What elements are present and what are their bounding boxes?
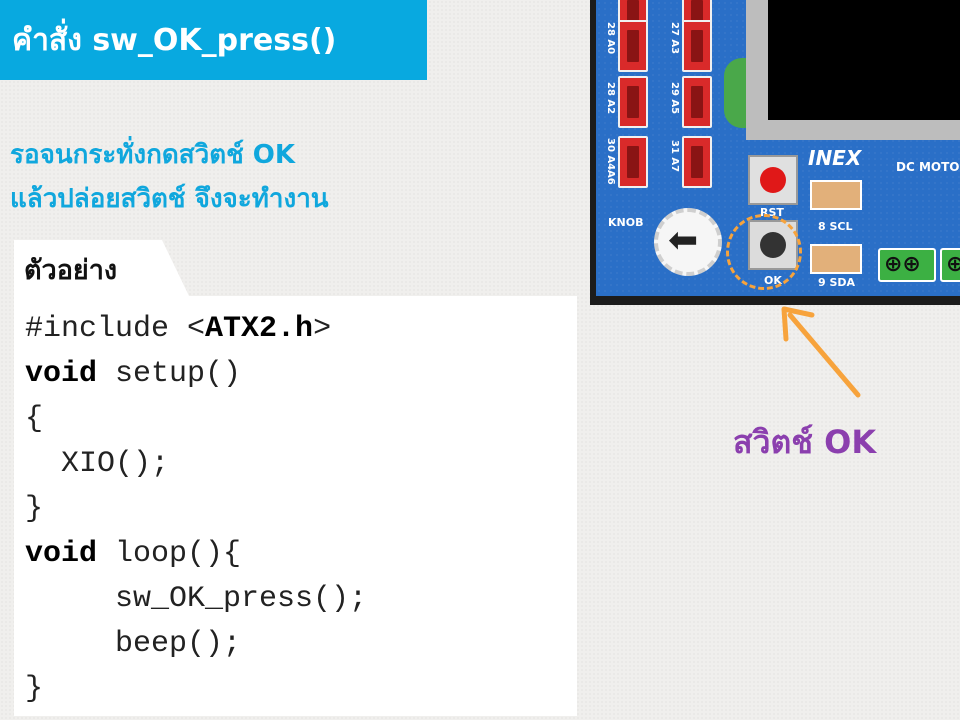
ok-highlight-circle [726, 214, 802, 290]
ok-switch-caption: สวิตช์ OK [733, 423, 877, 461]
lcd-screen [768, 0, 960, 120]
scl-label: 8 SCL [818, 220, 853, 233]
terminal-block: ⊕⊕ [878, 248, 936, 282]
terminal-symbols: ⊕⊕ [946, 252, 960, 277]
pin-label: 30 A4 [605, 138, 616, 171]
pin-header [682, 76, 712, 128]
callout-arrow-icon [781, 306, 861, 398]
code-line: sw_OK_press(); [25, 582, 368, 616]
dc-motor-label: DC MOTOR [896, 160, 960, 174]
code-line: } [25, 672, 44, 706]
pin-header [682, 136, 712, 188]
code-line: void setup() [25, 357, 242, 391]
slide-title-text: คำสั่ง sw_OK_press() [12, 22, 337, 58]
terminal-block: ⊕⊕ [940, 248, 960, 282]
pin-label: 27 A3 [669, 22, 680, 55]
example-label: ตัวอย่าง [24, 255, 118, 286]
pin-label: 28 A0 [605, 22, 616, 55]
pin-header [682, 20, 712, 72]
i2c-connector [810, 180, 862, 210]
terminal-symbols: ⊕⊕ [884, 252, 921, 277]
pin-label: 31 A7 [669, 140, 680, 173]
code-line: } [25, 492, 44, 526]
description-line-2: แล้วปล่อยสวิตช์ จึงจะทำงาน [10, 184, 329, 214]
code-line: #include <ATX2.h> [25, 312, 332, 346]
sda-label: 9 SDA [818, 276, 856, 289]
knob-icon[interactable] [654, 208, 722, 276]
code-line: beep(); [25, 627, 242, 661]
pin-label: 29 A5 [669, 82, 680, 115]
code-line: XIO(); [25, 447, 170, 481]
pin-header [618, 76, 648, 128]
pin-label: A6 [605, 170, 616, 185]
knob-label: KNOB [608, 216, 644, 229]
pin-header [618, 20, 648, 72]
description: รอจนกระทั่งกดสวิตช์ OK แล้วปล่อยสวิตช์ จ… [10, 133, 329, 221]
pin-header [618, 136, 648, 188]
rst-button[interactable] [748, 155, 798, 205]
code-line: void loop(){ [25, 537, 242, 571]
pin-label: 28 A2 [605, 82, 616, 115]
brand-logo: INEX [808, 146, 862, 170]
code-line: { [25, 402, 44, 436]
code-listing: #include <ATX2.h> void setup() { XIO();} vo… [25, 307, 367, 712]
description-line-1: รอจนกระทั่งกดสวิตช์ OK [10, 140, 296, 170]
slide-title: คำสั่ง sw_OK_press() [0, 0, 427, 80]
i2c-connector [810, 244, 862, 274]
